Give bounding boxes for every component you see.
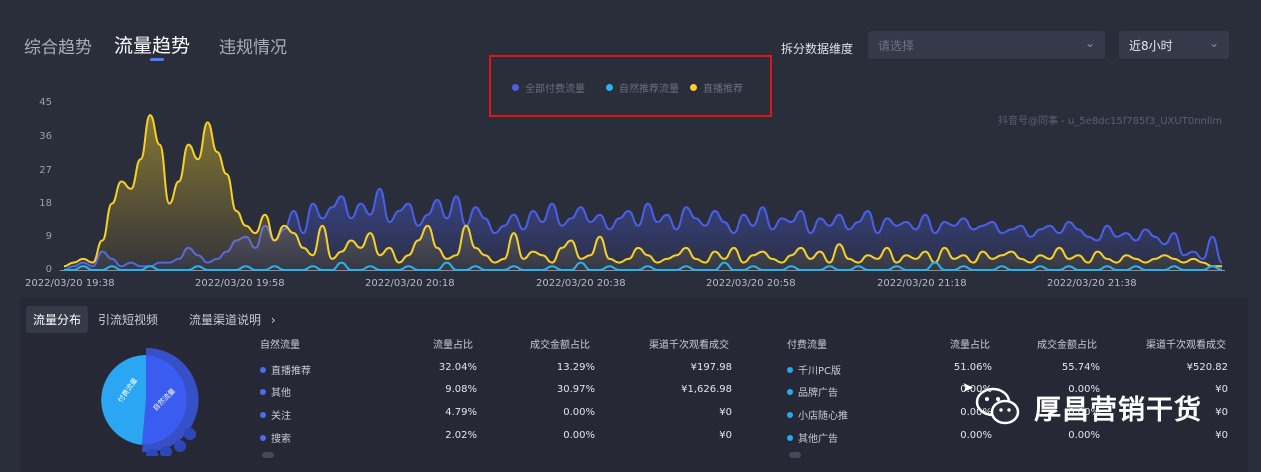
row-dot bbox=[787, 388, 793, 395]
natural-table-scrollbar[interactable] bbox=[262, 452, 274, 458]
row-name: 小店随心推 bbox=[798, 411, 848, 422]
row-share: 2.02% bbox=[445, 430, 477, 441]
table-row-paid-2: 品牌广告 bbox=[787, 384, 838, 399]
x-tick-label: 2022/03/20 21:38 bbox=[1047, 278, 1137, 289]
x-tick-label: 2022/03/20 19:58 bbox=[195, 278, 285, 289]
row-gmv: 30.97% bbox=[556, 384, 595, 395]
tab-traffic-distribution[interactable]: 流量分布 bbox=[26, 306, 89, 333]
natural-header-gpm: 渠道千次观看成交 bbox=[649, 340, 729, 351]
row-gmv: 0.00% bbox=[1068, 430, 1100, 441]
account-watermark: 厚昌营销干货 bbox=[974, 386, 1202, 428]
paid-header-gmv: 成交金额占比 bbox=[1037, 340, 1097, 351]
row-gpm: ¥197.98 bbox=[690, 362, 732, 373]
row-gmv: 0.00% bbox=[563, 407, 595, 418]
x-tick-label: 2022/03/20 20:58 bbox=[706, 278, 796, 289]
x-tick-label: 2022/03/20 20:38 bbox=[536, 278, 626, 289]
row-share: 51.06% bbox=[953, 362, 992, 373]
row-name: 搜索 bbox=[271, 434, 291, 445]
table-row-paid-4: 其他广告 bbox=[787, 430, 838, 445]
row-name: 直播推荐 bbox=[271, 366, 311, 377]
donut-bead bbox=[184, 428, 196, 440]
row-name: 其他广告 bbox=[798, 434, 838, 445]
table-row-natural-3: 关注 bbox=[260, 407, 291, 422]
row-dot bbox=[260, 411, 266, 418]
row-gpm: ¥1,626.98 bbox=[681, 384, 732, 395]
row-gmv: 13.29% bbox=[556, 362, 595, 373]
traffic-channel-explain-link[interactable]: 流量渠道说明 › bbox=[189, 311, 276, 328]
paid-table-scrollbar[interactable] bbox=[789, 452, 801, 458]
x-tick-label: 2022/03/20 20:18 bbox=[365, 278, 455, 289]
tab-lead-short-videos[interactable]: 引流短视频 bbox=[98, 311, 158, 328]
mouse-cursor-icon: ➤ bbox=[962, 380, 974, 396]
paid-header-name: 付费流量 bbox=[787, 340, 827, 351]
row-name: 关注 bbox=[271, 411, 291, 422]
row-share: 9.08% bbox=[445, 384, 477, 395]
row-dot bbox=[787, 411, 793, 418]
row-gmv: 55.74% bbox=[1061, 362, 1100, 373]
table-row-natural-1: 直播推荐 bbox=[260, 362, 311, 377]
chevron-right-icon: › bbox=[270, 313, 276, 327]
natural-header-share: 流量占比 bbox=[433, 340, 473, 351]
row-name: 其他 bbox=[271, 388, 291, 399]
channel-explain-label: 流量渠道说明 bbox=[189, 313, 262, 327]
row-dot bbox=[260, 366, 266, 373]
table-row-paid-1: 千川PC版 bbox=[787, 362, 841, 377]
table-row-natural-2: 其他 bbox=[260, 384, 291, 399]
row-gpm: ¥520.82 bbox=[1186, 362, 1228, 373]
donut-bead bbox=[174, 440, 186, 452]
row-name: 品牌广告 bbox=[798, 388, 838, 399]
table-row-natural-4: 搜索 bbox=[260, 430, 291, 445]
watermark-text: 厚昌营销干货 bbox=[1034, 394, 1202, 426]
natural-header-name: 自然流量 bbox=[260, 340, 300, 351]
row-share: 0.00% bbox=[960, 430, 992, 441]
natural-header-gmv: 成交金额占比 bbox=[530, 340, 590, 351]
row-dot bbox=[260, 388, 266, 395]
row-share: 32.04% bbox=[438, 362, 477, 373]
row-gpm: ¥0 bbox=[719, 430, 732, 441]
row-share: 4.79% bbox=[445, 407, 477, 418]
row-gpm: ¥0 bbox=[1215, 430, 1228, 441]
row-dot bbox=[787, 434, 793, 441]
traffic-trend-chart[interactable] bbox=[0, 0, 1261, 300]
x-tick-label: 2022/03/20 19:38 bbox=[25, 278, 115, 289]
row-dot bbox=[260, 434, 266, 441]
row-gmv: 0.00% bbox=[563, 430, 595, 441]
table-row-paid-3: 小店随心推 bbox=[787, 407, 848, 422]
row-name: 千川PC版 bbox=[798, 366, 842, 377]
wechat-icon bbox=[975, 387, 1020, 425]
paid-header-gpm: 渠道千次观看成交 bbox=[1146, 340, 1226, 351]
row-dot bbox=[787, 366, 793, 373]
x-tick-label: 2022/03/20 21:18 bbox=[877, 278, 967, 289]
row-gpm: ¥0 bbox=[719, 407, 732, 418]
paid-header-share: 流量占比 bbox=[950, 340, 990, 351]
traffic-donut-chart[interactable]: 付费流量 自然流量 bbox=[90, 344, 202, 456]
